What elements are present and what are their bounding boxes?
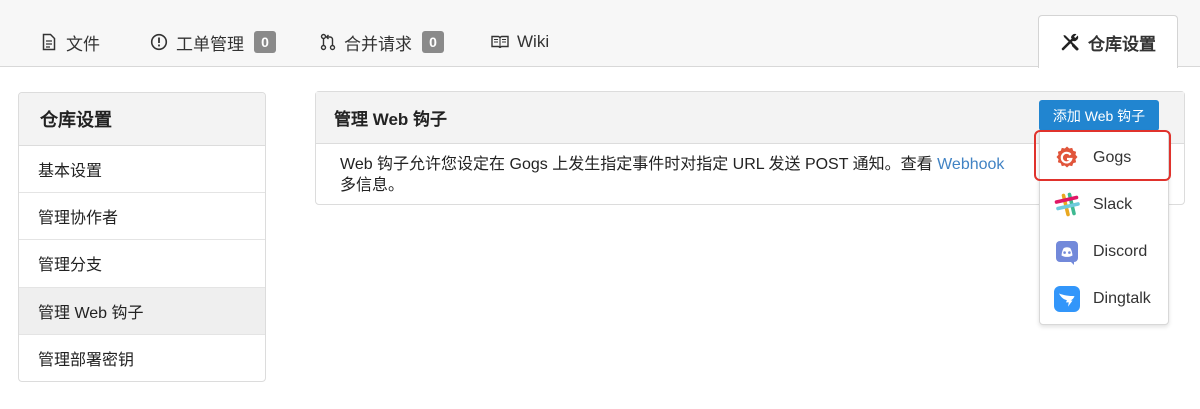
- tab-label: 仓库设置: [1088, 34, 1156, 54]
- tab-label: Wiki: [517, 32, 550, 51]
- dropdown-item-slack[interactable]: Slack: [1040, 182, 1170, 228]
- discord-icon: [1053, 238, 1081, 266]
- menu-item-branches[interactable]: 管理分支: [19, 240, 265, 288]
- tab-label: 工单管理: [176, 34, 244, 54]
- dropdown-item-label: Slack: [1093, 196, 1133, 213]
- issue-icon: [150, 33, 168, 51]
- settings-menu-title: 仓库设置: [19, 93, 265, 146]
- pull-request-count-badge: 0: [422, 31, 444, 53]
- description-text: Web 钩子允许您设定在 Gogs 上发生指定事件时对指定 URL 发送 POS…: [340, 156, 938, 173]
- dropdown-item-label: Dingtalk: [1093, 290, 1151, 307]
- pull-request-icon: [320, 33, 336, 51]
- menu-item-deploy-keys[interactable]: 管理部署密钥: [19, 335, 265, 381]
- tab-pull-requests[interactable]: 合并请求 0: [320, 17, 444, 67]
- add-webhook-button[interactable]: 添加 Web 钩子: [1039, 100, 1159, 131]
- tab-label: 文件: [66, 34, 100, 54]
- description-text-end: 多信息。: [340, 177, 405, 194]
- file-icon: [40, 33, 58, 51]
- repo-tab-bar: 文件 工单管理 0 合并请求 0 Wiki 仓库设置: [0, 0, 1200, 68]
- webhook-docs-link[interactable]: Webhook: [937, 156, 1004, 173]
- dingtalk-icon: [1053, 285, 1081, 313]
- dropdown-item-dingtalk[interactable]: Dingtalk: [1040, 276, 1170, 322]
- settings-menu: 仓库设置 基本设置 管理协作者 管理分支 管理 Web 钩子 管理部署密钥: [18, 92, 266, 382]
- highlight-annotation: [1034, 130, 1171, 181]
- webhooks-description: Web 钩子允许您设定在 Gogs 上发生指定事件时对指定 URL 发送 POS…: [316, 144, 1040, 196]
- issue-count-badge: 0: [254, 31, 276, 53]
- tab-label: 合并请求: [344, 34, 412, 54]
- dropdown-item-discord[interactable]: Discord: [1040, 229, 1170, 275]
- tab-issues[interactable]: 工单管理 0: [150, 17, 276, 67]
- tab-settings[interactable]: 仓库设置: [1038, 15, 1178, 68]
- menu-item-options[interactable]: 基本设置: [19, 146, 265, 194]
- book-icon: [491, 34, 509, 50]
- tools-icon: [1060, 32, 1080, 52]
- tab-wiki[interactable]: Wiki: [491, 17, 549, 67]
- menu-item-webhooks[interactable]: 管理 Web 钩子: [19, 287, 265, 335]
- dropdown-item-label: Discord: [1093, 243, 1148, 260]
- menu-item-collaborators[interactable]: 管理协作者: [19, 193, 265, 241]
- slack-icon: [1053, 191, 1081, 219]
- tab-files[interactable]: 文件: [40, 17, 100, 67]
